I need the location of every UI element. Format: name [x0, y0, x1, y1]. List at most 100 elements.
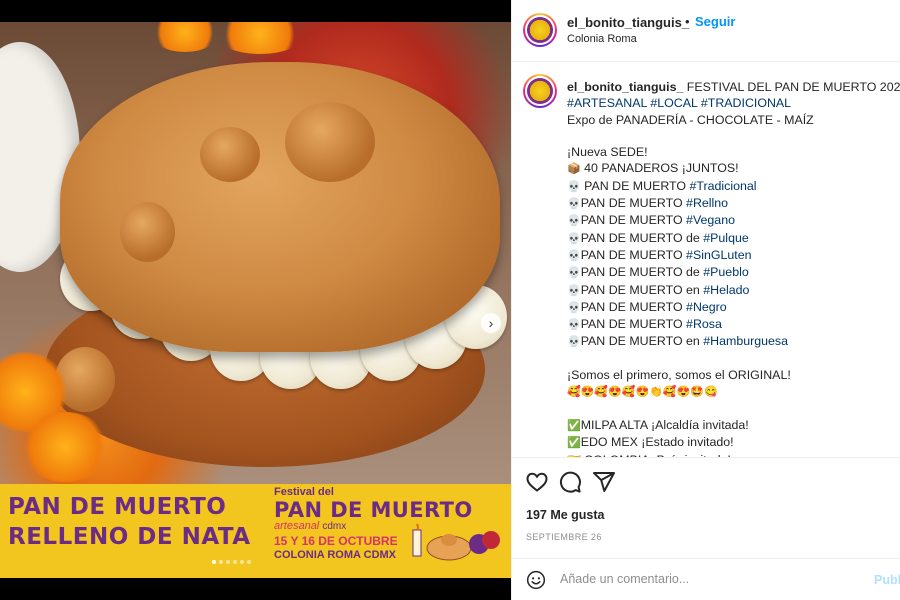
caption-line: 💀PAN DE MUERTO en #Helado: [567, 282, 900, 299]
emoji-icon: 💀: [567, 198, 581, 211]
banner-cdmx: cdmx: [322, 521, 347, 532]
carousel-indicator: [212, 560, 251, 564]
caption-line: el_bonito_tianguis_ FESTIVAL DEL PAN DE …: [567, 79, 900, 95]
caption-line: 💀PAN DE MUERTO en #Hamburguesa: [567, 333, 900, 350]
emoji-icon: 💀: [567, 180, 581, 193]
comment-input[interactable]: [560, 572, 860, 586]
emoji-icon: ✅: [567, 437, 581, 450]
hashtag-link[interactable]: #SinGLuten: [686, 248, 751, 262]
profile-logo-icon: [527, 17, 553, 43]
hashtag-link[interactable]: #Pulque: [703, 231, 748, 245]
caption-username[interactable]: el_bonito_tianguis_: [567, 80, 687, 94]
follow-button[interactable]: Seguir: [695, 14, 735, 29]
caption-line: ✅EDO MEX ¡Estado invitado!: [567, 434, 900, 451]
caption-line: ¡Somos el primero, somos el ORIGINAL!: [567, 367, 900, 383]
heart-icon[interactable]: [525, 470, 549, 494]
caption-line: 💀PAN DE MUERTO #Rosa: [567, 316, 900, 333]
marigold-flower: [20, 412, 110, 482]
emoji-icon: ✅: [567, 419, 581, 432]
banner-headline-line1: PAN DE MUERTO: [8, 494, 227, 520]
caption-line: [567, 351, 900, 367]
caption-text: ¡Nueva SEDE!: [567, 145, 648, 160]
marigold-flower: [215, 22, 305, 54]
caption-line: 💀PAN DE MUERTO de #Pulque: [567, 230, 900, 247]
caption-text: PAN DE MUERTO: [580, 178, 690, 193]
separator-dot: •: [685, 14, 690, 29]
banner-headline: PAN DE MUERTO RELLENO DE NATA: [8, 494, 263, 550]
avatar[interactable]: [523, 13, 557, 47]
hashtag-link[interactable]: #Hamburguesa: [703, 334, 788, 348]
caption-line: [567, 128, 900, 144]
caption-line: 💀PAN DE MUERTO de #Pueblo: [567, 264, 900, 281]
caption-text: PAN DE MUERTO de: [580, 230, 704, 245]
username-link[interactable]: el_bonito_tianguis_: [567, 15, 689, 30]
caption-text: ¡Somos el primero, somos el ORIGINAL!: [567, 368, 791, 383]
caption-text: PAN DE MUERTO: [580, 213, 687, 228]
carousel-dot: [247, 560, 251, 564]
caption-text: PAN DE MUERTO: [580, 196, 687, 211]
hashtag-link[interactable]: #ARTESANAL: [567, 96, 647, 110]
emoji-icon: 💀: [567, 336, 581, 349]
emoji-icon: 💀: [567, 267, 581, 280]
banner-festival-label: Festival del: [274, 486, 334, 498]
caption-line: ✅MILPA ALTA ¡Alcaldía invitada!: [567, 417, 900, 434]
emoji-icon: 💀: [567, 284, 581, 297]
bread-bone-decoration: [285, 102, 375, 182]
festival-banner: PAN DE MUERTO RELLENO DE NATA Festival d…: [0, 484, 511, 578]
hashtag-link[interactable]: #Negro: [686, 300, 727, 314]
hashtag-link[interactable]: #TRADICIONAL: [701, 96, 791, 110]
hashtag-link[interactable]: #Helado: [703, 283, 749, 297]
caption-line: ¡Nueva SEDE!: [567, 144, 900, 160]
caption-text: PAN DE MUERTO: [580, 299, 687, 314]
emoji-picker-icon[interactable]: [526, 570, 546, 590]
emoji-icon: 🥰😍🥰😍🥰😍👏🥰😍🤩😋: [567, 386, 718, 399]
caption-text: EDO MEX ¡Estado invitado!: [580, 435, 734, 450]
caption-text: PAN DE MUERTO en: [580, 334, 704, 349]
caption-line: 💀PAN DE MUERTO #Negro: [567, 299, 900, 316]
emoji-icon: 💀: [567, 319, 581, 332]
caption-line: 💀 PAN DE MUERTO #Tradicional: [567, 178, 900, 195]
post-caption: el_bonito_tianguis_ FESTIVAL DEL PAN DE …: [512, 62, 900, 457]
caption-text: MILPA ALTA ¡Alcaldía invitada!: [580, 417, 749, 432]
caption-line: 💀PAN DE MUERTO #Vegano: [567, 212, 900, 229]
banner-festival-title: PAN DE MUERTO: [274, 498, 473, 522]
emoji-icon: 📦: [567, 163, 581, 176]
comment-bar: Publicar: [512, 558, 900, 600]
banner-artesanal-text: artesanal: [274, 520, 320, 532]
caption-line: 🥰😍🥰😍🥰😍👏🥰😍🤩😋: [567, 383, 900, 400]
avatar[interactable]: [523, 74, 557, 108]
publish-comment-button[interactable]: Publicar: [874, 573, 900, 587]
caption-body: el_bonito_tianguis_ FESTIVAL DEL PAN DE …: [567, 79, 900, 457]
caption-line: 💀PAN DE MUERTO #Rellno: [567, 195, 900, 212]
hashtag-link[interactable]: #Rosa: [686, 317, 722, 331]
bread-bone-decoration: [120, 202, 175, 262]
emoji-icon: 💀: [567, 249, 581, 262]
post-header: el_bonito_tianguis_ • Seguir Colonia Rom…: [512, 0, 900, 62]
bread-bone-decoration: [200, 127, 260, 182]
banner-headline-line2: RELLENO DE NATA: [8, 524, 251, 550]
post-date: SEPTIEMBRE 26: [526, 532, 602, 542]
post-media: › PAN DE MUERTO RELLENO DE NATA Festival…: [0, 0, 511, 600]
profile-logo-icon: [527, 78, 553, 104]
carousel-next-icon[interactable]: ›: [481, 313, 501, 333]
caption-line: 📦 40 PANADEROS ¡JUNTOS!: [567, 160, 900, 177]
comment-icon[interactable]: [558, 470, 582, 494]
emoji-icon: 💀: [567, 215, 581, 228]
hashtag-link[interactable]: #Tradicional: [689, 179, 756, 193]
hashtag-link[interactable]: #Rellno: [686, 196, 728, 210]
caption-line: #ARTESANAL #LOCAL #TRADICIONAL: [567, 95, 900, 111]
carousel-dot: [212, 560, 216, 564]
marigold-flower: [150, 22, 220, 52]
emoji-icon: 💀: [567, 301, 581, 314]
caption-line: [567, 401, 900, 417]
hashtag-link[interactable]: #LOCAL: [650, 96, 697, 110]
share-icon[interactable]: [592, 470, 616, 494]
hashtag-link[interactable]: #Vegano: [686, 213, 735, 227]
hashtag-link[interactable]: #Pueblo: [703, 265, 748, 279]
post-side-panel: el_bonito_tianguis_ • Seguir Colonia Rom…: [511, 0, 900, 600]
caption-text: 40 PANADEROS ¡JUNTOS!: [580, 161, 739, 176]
caption-line: Expo de PANADERÍA - CHOCOLATE - MAÍZ: [567, 112, 900, 128]
caption-text: PAN DE MUERTO en: [580, 282, 704, 297]
location-link[interactable]: Colonia Roma: [567, 33, 637, 45]
likes-count[interactable]: 197 Me gusta: [526, 508, 605, 522]
